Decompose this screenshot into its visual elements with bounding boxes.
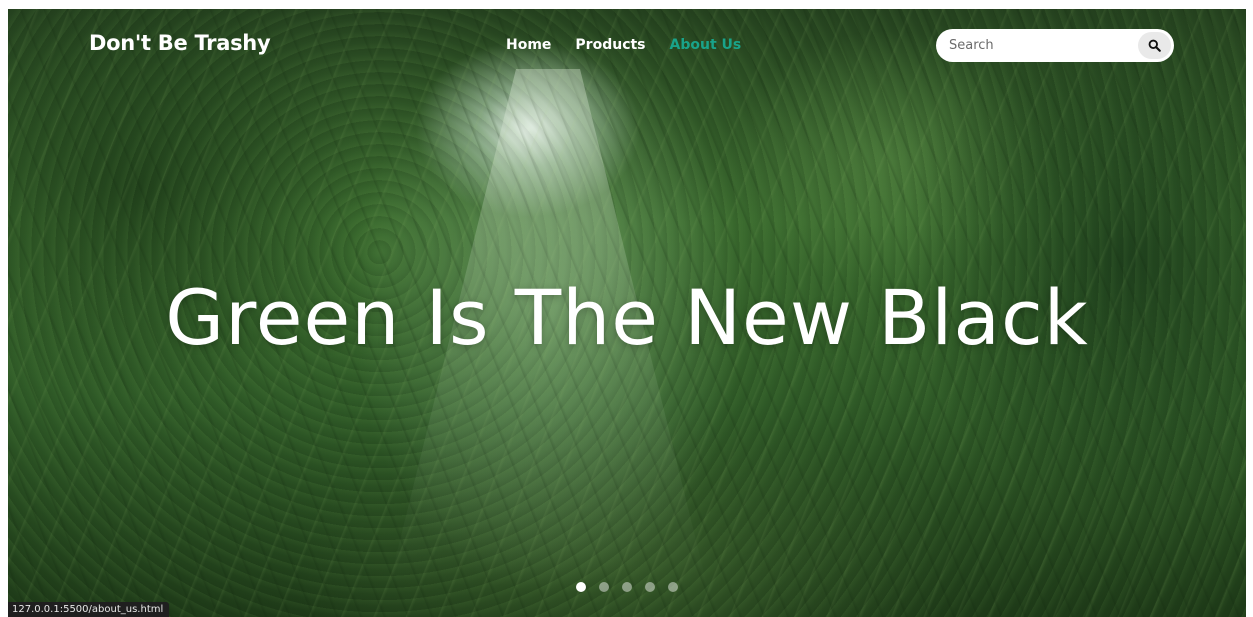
- carousel-dot[interactable]: [622, 582, 632, 592]
- main-nav: Home Products About Us: [506, 37, 741, 53]
- nav-about-us-link[interactable]: About Us: [670, 37, 742, 53]
- search-bar: [936, 29, 1174, 62]
- search-icon: [1148, 39, 1161, 52]
- carousel-dot[interactable]: [668, 582, 678, 592]
- hero-section: Don't Be Trashy Home Products About Us G…: [8, 9, 1246, 617]
- nav-products-link[interactable]: Products: [575, 37, 645, 53]
- carousel-dot[interactable]: [645, 582, 655, 592]
- site-logo[interactable]: Don't Be Trashy: [89, 31, 271, 55]
- search-input[interactable]: [947, 37, 1131, 54]
- carousel-dot[interactable]: [576, 582, 586, 592]
- carousel-dot[interactable]: [599, 582, 609, 592]
- hero-title: Green Is The New Black: [165, 273, 1089, 362]
- status-bar-url: 127.0.0.1:5500/about_us.html: [8, 602, 170, 617]
- search-button[interactable]: [1138, 32, 1171, 59]
- nav-home-link[interactable]: Home: [506, 37, 551, 53]
- carousel-indicators: [576, 582, 678, 592]
